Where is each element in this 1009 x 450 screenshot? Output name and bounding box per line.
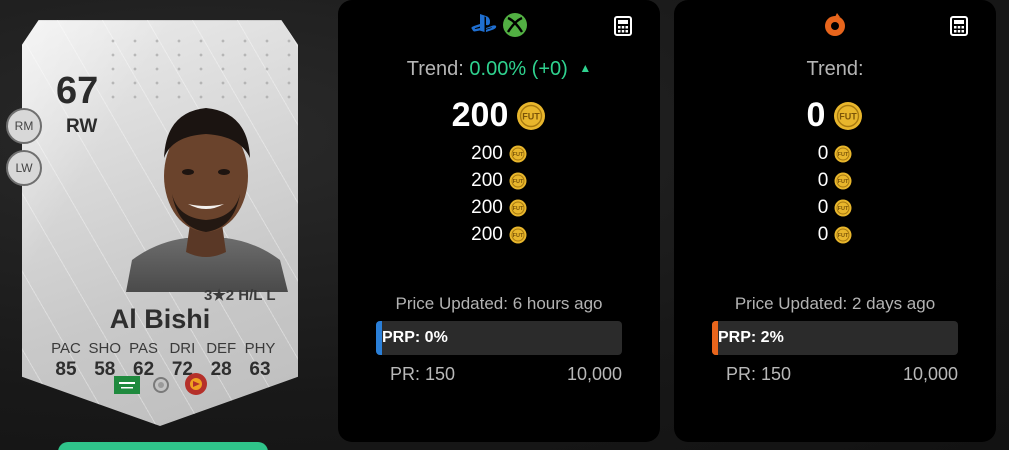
saudi-flag-icon bbox=[114, 376, 140, 394]
coin-icon: FUT bbox=[834, 199, 852, 216]
lowest-price: 200 FUT bbox=[338, 96, 660, 135]
platform-logos bbox=[338, 12, 660, 38]
origin-icon bbox=[825, 13, 845, 36]
trend-value: 0.00% (+0) bbox=[469, 58, 568, 80]
coin-icon: FUT bbox=[834, 145, 852, 162]
price-row: 200 FUT bbox=[471, 140, 527, 167]
calculator-icon[interactable] bbox=[950, 16, 968, 36]
prp-bar: PRP: 2% bbox=[712, 321, 958, 355]
action-button[interactable] bbox=[58, 442, 268, 450]
lowest-price: 0 FUT bbox=[674, 96, 996, 135]
price-list: 200 FUT 200 FUT 200 FUT 200 FUT bbox=[338, 140, 660, 248]
player-position: RW bbox=[66, 116, 98, 137]
prp-label: PRP: 2% bbox=[718, 329, 784, 346]
coin-icon: FUT bbox=[509, 226, 527, 243]
price-row: 0 FUT bbox=[818, 221, 853, 248]
calculator-icon[interactable] bbox=[614, 16, 632, 36]
price-range-min: PR: 150 bbox=[390, 364, 456, 384]
price-updated: Price Updated: 6 hours ago bbox=[395, 294, 603, 313]
club-crest-icon bbox=[185, 373, 207, 395]
platform-logos bbox=[674, 12, 996, 38]
svg-text:FUT: FUT bbox=[840, 111, 858, 121]
svg-text:FUT: FUT bbox=[512, 152, 523, 158]
svg-text:FUT: FUT bbox=[523, 111, 541, 121]
player-card[interactable]: 67 RW 3★2 H/L L Al Bishi PAC 85 SHO 58 P… bbox=[6, 16, 298, 436]
card-background: 67 RW 3★2 H/L L Al Bishi PAC 85 SHO 58 P… bbox=[22, 20, 298, 426]
price-trend: Trend: 0.00% (+0) ▲ bbox=[406, 58, 592, 80]
svg-text:FUT: FUT bbox=[838, 152, 849, 158]
coin-icon: FUT bbox=[517, 101, 546, 130]
price-row: 0 FUT bbox=[818, 167, 853, 194]
price-row: 200 FUT bbox=[471, 167, 527, 194]
card-badges bbox=[114, 372, 214, 396]
prp-bar: PRP: 0% bbox=[376, 321, 622, 355]
coin-icon: FUT bbox=[509, 145, 527, 162]
price-range-max: 10,000 bbox=[902, 364, 958, 384]
player-portrait bbox=[126, 108, 288, 292]
league-logo-icon bbox=[153, 377, 169, 393]
coin-icon: FUT bbox=[834, 101, 863, 130]
trend-up-icon: ▲ bbox=[579, 61, 592, 75]
prp-label: PRP: 0% bbox=[382, 329, 448, 346]
alt-position-rm[interactable]: RM bbox=[6, 108, 42, 144]
svg-text:FUT: FUT bbox=[512, 206, 523, 212]
coin-icon: FUT bbox=[834, 226, 852, 243]
playstation-icon bbox=[471, 14, 497, 32]
player-name: Al Bishi bbox=[109, 304, 211, 334]
coin-icon: FUT bbox=[509, 172, 527, 189]
svg-text:FUT: FUT bbox=[512, 179, 523, 185]
skills-weakfoot-workrates: 3★2 H/L L bbox=[204, 287, 276, 304]
xbox-icon bbox=[503, 13, 527, 37]
stat-phy: PHY 63 bbox=[244, 340, 276, 380]
price-row: 0 FUT bbox=[818, 194, 853, 221]
price-range-max: 10,000 bbox=[566, 364, 622, 384]
price-row: 0 FUT bbox=[818, 140, 853, 167]
price-row: 200 FUT bbox=[471, 194, 527, 221]
coin-icon: FUT bbox=[509, 199, 527, 216]
price-range-min: PR: 150 bbox=[726, 364, 792, 384]
pc-price-panel: Trend: 0 FUT 0 FUT 0 FUT 0 FUT 0 FUT Pri… bbox=[674, 0, 996, 442]
stat-pac: PAC 85 bbox=[51, 340, 81, 380]
console-price-panel: Trend: 0.00% (+0) ▲ 200 FUT 200 FUT 200 … bbox=[338, 0, 660, 442]
svg-text:FUT: FUT bbox=[838, 233, 849, 239]
price-updated: Price Updated: 2 days ago bbox=[734, 294, 936, 313]
svg-text:FUT: FUT bbox=[838, 206, 849, 212]
player-rating: 67 bbox=[56, 70, 99, 112]
coin-icon: FUT bbox=[834, 172, 852, 189]
svg-text:FUT: FUT bbox=[512, 233, 523, 239]
price-row: 200 FUT bbox=[471, 221, 527, 248]
svg-text:FUT: FUT bbox=[838, 179, 849, 185]
price-list: 0 FUT 0 FUT 0 FUT 0 FUT bbox=[674, 140, 996, 248]
price-trend: Trend: bbox=[806, 58, 864, 80]
alt-position-lw[interactable]: LW bbox=[6, 150, 42, 186]
